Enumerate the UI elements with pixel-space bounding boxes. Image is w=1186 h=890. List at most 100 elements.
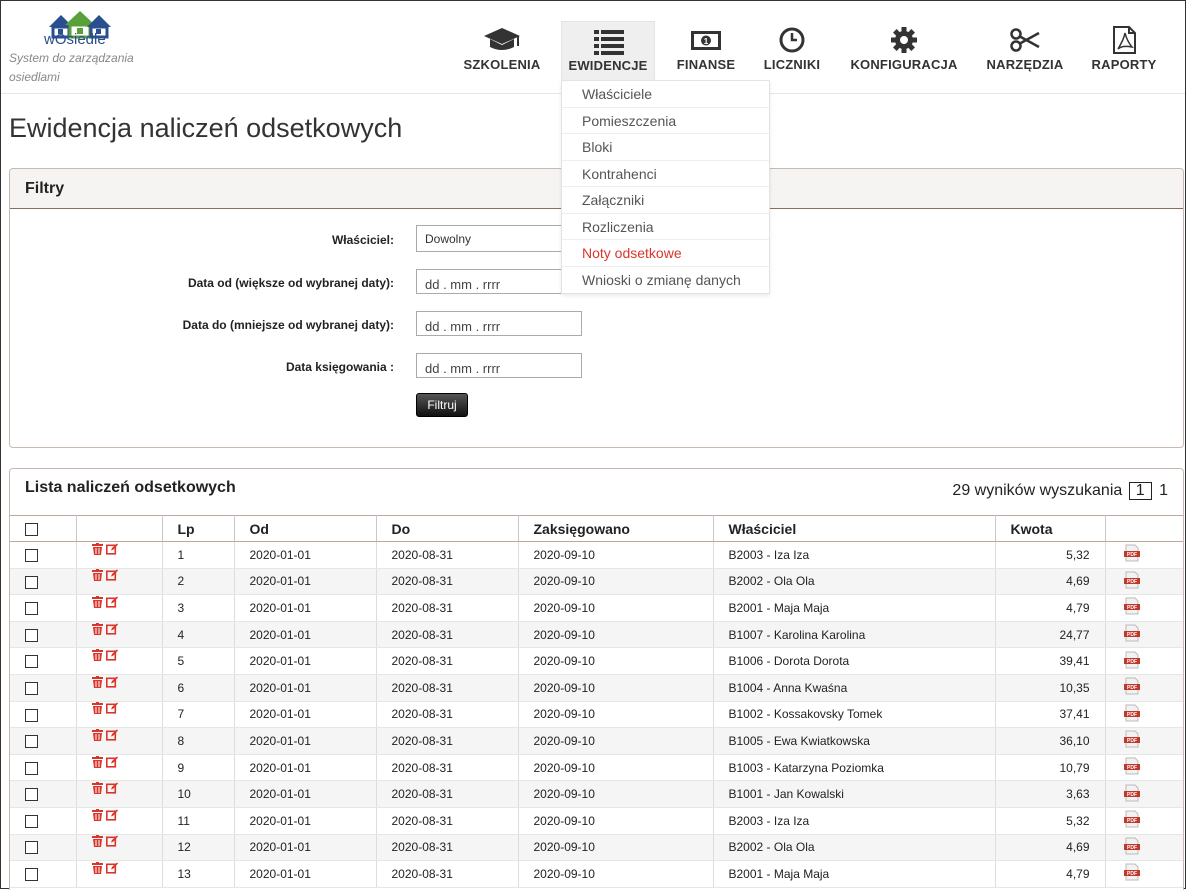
table-row[interactable]: 3 2020-01-01 2020-08-31 2020-09-10 B2001 - M… bbox=[10, 594, 1183, 622]
table-row[interactable]: 13 2020-01-01 2020-08-31 2020-09-10 B2001 - … bbox=[10, 860, 1183, 888]
edit-icon[interactable] bbox=[105, 729, 118, 741]
trash-icon[interactable] bbox=[91, 622, 103, 635]
edit-icon[interactable] bbox=[105, 569, 118, 581]
menu-item-bloki[interactable]: Bloki bbox=[562, 134, 769, 161]
owner-select[interactable]: Dowolny bbox=[416, 225, 582, 252]
edit-icon[interactable] bbox=[105, 702, 118, 714]
table-row[interactable]: 1 2020-01-01 2020-08-31 2020-09-10 B2003 - I… bbox=[10, 541, 1183, 569]
menu-item-kontrahenci[interactable]: Kontrahenci bbox=[562, 161, 769, 187]
filter-button[interactable]: Filtruj bbox=[416, 393, 468, 417]
page-number-input[interactable]: 1 bbox=[1128, 482, 1152, 500]
row-checkbox[interactable] bbox=[25, 841, 38, 855]
row-checkbox[interactable] bbox=[25, 761, 38, 775]
row-actions bbox=[76, 647, 163, 675]
pdf-icon[interactable]: PDF bbox=[1123, 863, 1141, 881]
trash-icon[interactable] bbox=[91, 782, 103, 795]
edit-icon[interactable] bbox=[105, 676, 118, 688]
nav-ewidencje[interactable]: EWIDENCJE bbox=[561, 21, 655, 81]
menu-item-wnioski[interactable]: Wnioski o zmianę danych bbox=[562, 267, 769, 294]
table-row[interactable]: 11 2020-01-01 2020-08-31 2020-09-10 B2003 - … bbox=[10, 807, 1183, 835]
edit-icon[interactable] bbox=[105, 862, 118, 874]
pdf-icon[interactable]: PDF bbox=[1123, 624, 1141, 642]
edit-icon[interactable] bbox=[105, 756, 118, 768]
menu-item-zalaczniki[interactable]: Załączniki bbox=[562, 187, 769, 214]
pdf-icon[interactable]: PDF bbox=[1123, 677, 1141, 695]
table-row[interactable]: 4 2020-01-01 2020-08-31 2020-09-10 B1007 - K… bbox=[10, 621, 1183, 649]
row-checkbox[interactable] bbox=[25, 681, 38, 695]
row-checkbox[interactable] bbox=[25, 735, 38, 749]
col-zaksiegowano[interactable]: Zaksięgowano bbox=[518, 515, 714, 542]
pdf-icon[interactable]: PDF bbox=[1123, 704, 1141, 722]
trash-icon[interactable] bbox=[91, 835, 103, 848]
nav-szkolenia[interactable]: SZKOLENIA bbox=[456, 21, 548, 81]
col-kwota[interactable]: Kwota bbox=[995, 515, 1106, 542]
pdf-icon[interactable]: PDF bbox=[1123, 571, 1141, 589]
trash-icon[interactable] bbox=[91, 542, 103, 555]
date-from-input[interactable]: dd . mm . rrrr bbox=[416, 269, 582, 294]
trash-icon[interactable] bbox=[91, 702, 103, 715]
nav-liczniki[interactable]: LICZNIKI bbox=[756, 21, 828, 81]
edit-icon[interactable] bbox=[105, 782, 118, 794]
row-actions bbox=[76, 701, 163, 729]
menu-item-pomieszczenia[interactable]: Pomieszczenia bbox=[562, 108, 769, 134]
row-checkbox[interactable] bbox=[25, 548, 38, 562]
cell-lp: 10 bbox=[162, 780, 235, 808]
row-checkbox[interactable] bbox=[25, 788, 38, 802]
trash-icon[interactable] bbox=[91, 755, 103, 768]
booking-date-input[interactable]: dd . mm . rrrr bbox=[416, 353, 582, 378]
table-row[interactable]: 12 2020-01-01 2020-08-31 2020-09-10 B2002 - … bbox=[10, 834, 1183, 862]
row-checkbox[interactable] bbox=[25, 708, 38, 722]
table-row[interactable]: 7 2020-01-01 2020-08-31 2020-09-10 B1002 - K… bbox=[10, 701, 1183, 729]
pdf-icon[interactable]: PDF bbox=[1123, 757, 1141, 775]
row-checkbox[interactable] bbox=[25, 628, 38, 642]
date-to-input[interactable]: dd . mm . rrrr bbox=[416, 311, 582, 336]
pdf-icon[interactable]: PDF bbox=[1123, 544, 1141, 562]
nav-narzedzia[interactable]: NARZĘDZIA bbox=[979, 21, 1071, 81]
row-checkbox[interactable] bbox=[25, 655, 38, 669]
table-row[interactable]: 6 2020-01-01 2020-08-31 2020-09-10 B1004 - A… bbox=[10, 674, 1183, 702]
nav-label: LICZNIKI bbox=[763, 57, 821, 72]
row-checkbox[interactable] bbox=[25, 868, 38, 882]
table-row[interactable]: 9 2020-01-01 2020-08-31 2020-09-10 B1003 - K… bbox=[10, 754, 1183, 782]
table-row[interactable]: 2 2020-01-01 2020-08-31 2020-09-10 B2002 - O… bbox=[10, 568, 1183, 596]
row-checkbox[interactable] bbox=[25, 814, 38, 828]
pdf-icon[interactable]: PDF bbox=[1123, 810, 1141, 828]
cell-od: 2020-01-01 bbox=[234, 594, 377, 622]
trash-icon[interactable] bbox=[91, 675, 103, 688]
edit-icon[interactable] bbox=[105, 649, 118, 661]
pdf-icon[interactable]: PDF bbox=[1123, 837, 1141, 855]
table-row[interactable]: 5 2020-01-01 2020-08-31 2020-09-10 B1006 - D… bbox=[10, 647, 1183, 675]
select-all-checkbox[interactable] bbox=[25, 523, 38, 537]
trash-icon[interactable] bbox=[91, 569, 103, 582]
row-checkbox[interactable] bbox=[25, 575, 38, 589]
nav-finanse[interactable]: 1 FINANSE bbox=[669, 21, 743, 81]
menu-item-rozliczenia[interactable]: Rozliczenia bbox=[562, 214, 769, 240]
nav-konfiguracja[interactable]: KONFIGURACJA bbox=[843, 21, 965, 81]
trash-icon[interactable] bbox=[91, 595, 103, 608]
edit-icon[interactable] bbox=[105, 809, 118, 821]
trash-icon[interactable] bbox=[91, 728, 103, 741]
pdf-icon[interactable]: PDF bbox=[1123, 597, 1141, 615]
trash-icon[interactable] bbox=[91, 808, 103, 821]
col-wlasciciel[interactable]: Właściciel bbox=[713, 515, 996, 542]
table-row[interactable]: 10 2020-01-01 2020-08-31 2020-09-10 B1001 - … bbox=[10, 780, 1183, 808]
col-lp[interactable]: Lp bbox=[162, 515, 235, 542]
edit-icon[interactable] bbox=[105, 835, 118, 847]
row-checkbox[interactable] bbox=[25, 602, 38, 616]
pdf-icon[interactable]: PDF bbox=[1123, 730, 1141, 748]
col-od[interactable]: Od bbox=[234, 515, 377, 542]
nav-raporty[interactable]: RAPORTY bbox=[1084, 21, 1164, 81]
edit-icon[interactable] bbox=[105, 623, 118, 635]
pdf-icon[interactable]: PDF bbox=[1123, 651, 1141, 669]
pdf-icon[interactable]: PDF bbox=[1123, 784, 1141, 802]
col-do[interactable]: Do bbox=[376, 515, 519, 542]
edit-icon[interactable] bbox=[105, 596, 118, 608]
menu-item-noty-odsetkowe[interactable]: Noty odsetkowe bbox=[562, 240, 769, 267]
menu-item-wlasciciele[interactable]: Właściciele bbox=[562, 81, 769, 108]
trash-icon[interactable] bbox=[91, 861, 103, 874]
table-row[interactable]: 8 2020-01-01 2020-08-31 2020-09-10 B1005 - E… bbox=[10, 727, 1183, 755]
edit-icon[interactable] bbox=[105, 543, 118, 555]
row-actions bbox=[76, 594, 163, 622]
trash-icon[interactable] bbox=[91, 649, 103, 662]
cell-pdf: PDF bbox=[1105, 780, 1183, 808]
